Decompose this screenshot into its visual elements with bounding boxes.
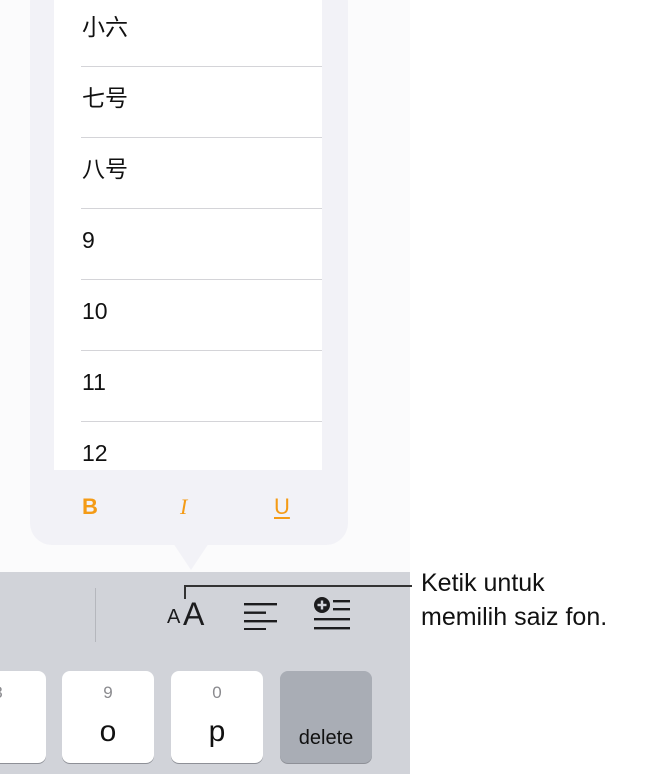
key-label: delete — [298, 727, 354, 749]
font-size-option[interactable]: 八号 — [54, 138, 322, 209]
align-left-icon[interactable] — [243, 602, 279, 630]
font-size-option[interactable]: 12 — [54, 422, 322, 470]
key-o[interactable]: 9 o — [62, 671, 154, 763]
key-hint: 9 — [103, 683, 113, 702]
font-size-option[interactable]: 小六 — [54, 0, 322, 67]
bold-button[interactable]: B — [82, 494, 98, 520]
aa-large-icon: A — [183, 596, 205, 632]
font-size-button[interactable]: A A — [163, 594, 213, 634]
font-size-label: 12 — [82, 440, 108, 466]
callout-leader-line — [184, 585, 186, 599]
key-label: i — [0, 715, 46, 749]
font-size-list[interactable]: 小六 七号 八号 9 10 11 12 — [54, 0, 322, 470]
font-size-option[interactable]: 9 — [54, 209, 322, 280]
insert-list-icon[interactable] — [313, 596, 351, 634]
font-size-label: 10 — [82, 298, 108, 324]
font-size-option[interactable]: 11 — [54, 351, 322, 422]
onscreen-keyboard: 8 i 9 o 0 p delete — [0, 658, 410, 774]
font-size-label: 11 — [82, 369, 106, 395]
font-size-label: 小六 — [82, 14, 128, 40]
callout-leader-line — [185, 585, 412, 587]
ipad-screen-crop: 小六 七号 八号 9 10 11 12 B I U A A 9 o 0 p de… — [0, 0, 410, 774]
key-hint: 8 — [0, 683, 46, 703]
key-label: o — [99, 715, 117, 748]
key-label: p — [208, 715, 226, 748]
italic-button[interactable]: I — [180, 494, 187, 520]
font-size-option[interactable]: 10 — [54, 280, 322, 351]
text-style-bar: B I U — [54, 470, 322, 545]
font-size-label: 八号 — [82, 156, 128, 182]
delete-key[interactable]: delete — [280, 671, 372, 763]
callout-text: Ketik untuk memilih saiz fon. — [421, 566, 651, 634]
font-size-label: 七号 — [82, 85, 128, 111]
aa-small-icon: A — [167, 606, 181, 628]
toolbar-separator — [95, 588, 96, 642]
font-size-label: 9 — [82, 227, 95, 253]
key-p[interactable]: 0 p — [171, 671, 263, 763]
underline-button[interactable]: U — [274, 494, 290, 520]
key-hint: 0 — [212, 683, 222, 702]
font-size-option[interactable]: 七号 — [54, 67, 322, 138]
callout-line: Ketik untuk — [421, 569, 545, 597]
key-i[interactable]: 8 i — [0, 671, 46, 763]
callout-line: memilih saiz fon. — [421, 603, 608, 631]
